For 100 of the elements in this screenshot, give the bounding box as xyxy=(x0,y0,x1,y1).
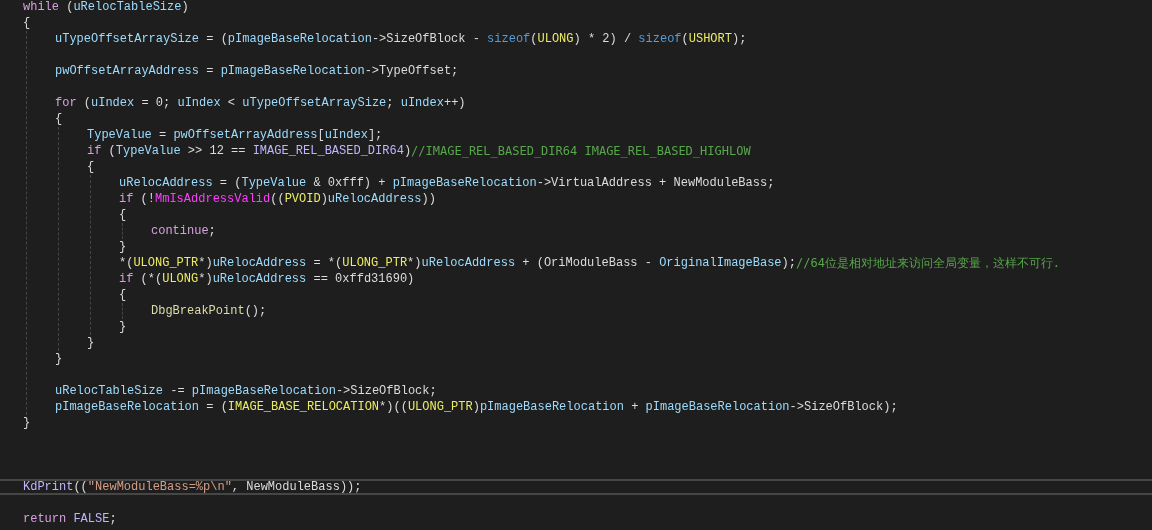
code-type: PVOID xyxy=(284,191,321,207)
code-string: "NewModuleBass=%p\n" xyxy=(87,479,232,495)
code-type: ULONG xyxy=(162,271,199,287)
code-type: USHORT xyxy=(688,31,732,47)
code-text: ( xyxy=(65,0,74,15)
code-text: { xyxy=(55,111,63,127)
code-identifier: TypeValue xyxy=(241,175,307,191)
code-identifier: pwOffsetArrayAddress xyxy=(55,63,200,79)
code-identifier: pImageBaseRelocation xyxy=(392,175,537,191)
code-text: } xyxy=(55,351,63,367)
code-identifier: pImageBaseRelocation xyxy=(220,63,365,79)
code-identifier: uRelocTableSize xyxy=(73,0,182,15)
code-text: ; xyxy=(386,95,395,111)
code-comment: //64位是相对地址来访问全局变量，这样不可行. xyxy=(795,255,1061,271)
code-text: = xyxy=(158,127,168,143)
code-text: = xyxy=(205,63,215,79)
code-identifier: uRelocAddress xyxy=(327,191,422,207)
code-text: ) xyxy=(472,399,480,415)
code-text: ) xyxy=(320,191,328,207)
code-identifier: uTypeOffsetArraySize xyxy=(55,31,200,47)
code-text: ) xyxy=(181,0,189,15)
code-macro: KdPrint xyxy=(23,479,74,495)
code-text: = 0; xyxy=(140,95,172,111)
code-text: ->SizeOfBlock; xyxy=(335,383,437,399)
code-text: { xyxy=(23,15,31,31)
code-text: ; xyxy=(109,511,117,527)
code-text: *) xyxy=(198,255,213,271)
code-text: ->TypeOffset; xyxy=(364,63,459,79)
code-identifier: uIndex xyxy=(324,127,368,143)
code-type: ULONG xyxy=(537,31,574,47)
code-text: ; xyxy=(208,223,216,239)
code-identifier: uIndex xyxy=(400,95,444,111)
code-keyword: for xyxy=(55,95,77,111)
code-keyword: if xyxy=(87,143,102,159)
code-type: IMAGE_BASE_RELOCATION xyxy=(227,399,380,415)
code-text: { xyxy=(119,287,127,303)
code-text: & 0xfff) + xyxy=(312,175,387,191)
code-text: { xyxy=(119,207,127,223)
code-identifier: uRelocAddress xyxy=(119,175,213,191)
code-text: ->SizeOfBlock - xyxy=(371,31,481,47)
code-identifier: pImageBaseRelocation xyxy=(479,399,624,415)
code-text: ); xyxy=(781,255,796,271)
code-text: ) * 2) / xyxy=(573,31,633,47)
code-comment: //IMAGE_REL_BASED_DIR64 IMAGE_REL_BASED_HIGHLOW xyxy=(411,143,751,159)
code-text: } xyxy=(119,319,127,335)
code-type: ULONG_PTR xyxy=(407,399,473,415)
code-text: ++) xyxy=(443,95,466,111)
code-keyword: sizeof xyxy=(638,31,682,47)
code-text: (( xyxy=(73,479,88,495)
code-text: == 0xffd31690) xyxy=(312,271,415,287)
code-identifier: uRelocAddress xyxy=(212,271,307,287)
code-identifier: pImageBaseRelocation xyxy=(191,383,336,399)
code-text: + (OriModuleBass - xyxy=(521,255,653,271)
code-function: DbgBreakPoint xyxy=(151,303,245,319)
code-text: } xyxy=(87,335,95,351)
code-text: } xyxy=(119,239,127,255)
code-text: ->VirtualAddress + NewModuleBass; xyxy=(536,175,775,191)
code-keyword: continue xyxy=(151,223,209,239)
code-identifier: TypeValue xyxy=(87,127,152,143)
code-keyword: while xyxy=(23,0,59,15)
code-identifier: pImageBaseRelocation xyxy=(645,399,790,415)
code-text: , NewModuleBass)); xyxy=(231,479,362,495)
code-identifier: pwOffsetArrayAddress xyxy=(173,127,318,143)
code-text: = *( xyxy=(312,255,343,271)
code-text: -= xyxy=(169,383,186,399)
code-text: { xyxy=(87,159,95,175)
code-identifier: pImageBaseRelocation xyxy=(55,399,200,415)
code-text: (); xyxy=(244,303,267,319)
code-text: = ( xyxy=(205,31,228,47)
code-text: >> 12 == xyxy=(186,143,247,159)
code-keyword: return xyxy=(23,511,68,527)
code-type: ULONG_PTR xyxy=(133,255,199,271)
code-text: (! xyxy=(139,191,155,207)
code-text: (*( xyxy=(139,271,163,287)
code-text: + xyxy=(630,399,640,415)
code-text: = ( xyxy=(205,399,228,415)
code-text: ); xyxy=(732,31,747,47)
code-identifier: uRelocTableSize xyxy=(55,383,164,399)
code-text: ->SizeOfBlock); xyxy=(789,399,898,415)
code-text: ( xyxy=(82,95,91,111)
code-text: )) xyxy=(421,191,436,207)
code-text: ]; xyxy=(367,127,383,143)
code-text: = ( xyxy=(218,175,242,191)
code-keyword: sizeof xyxy=(487,31,531,47)
code-identifier: uIndex xyxy=(177,95,221,111)
code-text: *) xyxy=(198,271,213,287)
code-text: } xyxy=(23,415,31,431)
code-text: ) xyxy=(403,143,412,159)
code-text: [ xyxy=(317,127,325,143)
code-macro: IMAGE_REL_BASED_DIR64 xyxy=(252,143,404,159)
code-macro: FALSE xyxy=(73,511,110,527)
code-keyword: if xyxy=(119,191,134,207)
code-identifier: uRelocAddress xyxy=(421,255,516,271)
code-identifier: OriginalImageBase xyxy=(659,255,782,271)
code-text: *( xyxy=(119,255,134,271)
code-identifier: uRelocAddress xyxy=(212,255,307,271)
code-text: *) xyxy=(407,255,422,271)
code-function: MmIsAddressValid xyxy=(155,191,271,207)
code-identifier: TypeValue xyxy=(115,143,181,159)
code-text: < xyxy=(226,95,237,111)
